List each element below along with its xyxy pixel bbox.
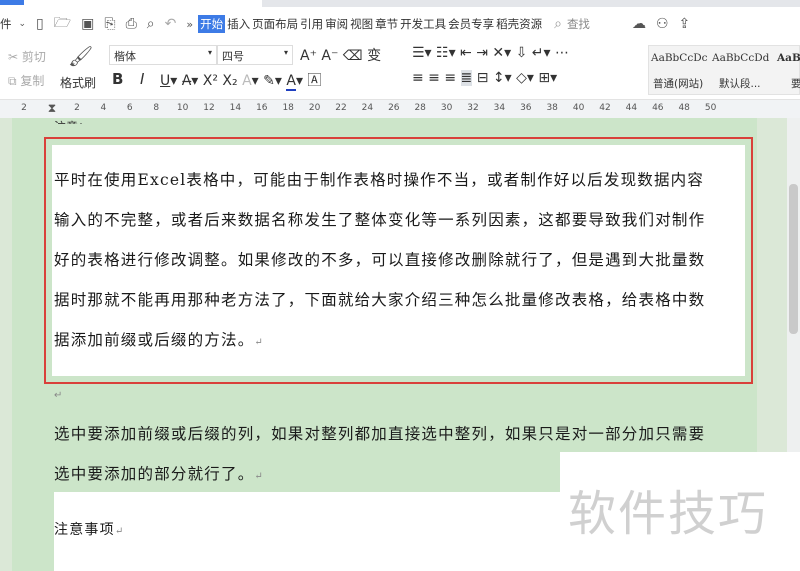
text-line: 好的表格进行修改调整。如果修改的不多，可以直接修改删除就行了，但是遇到大批量数 <box>54 251 706 269</box>
ruler-tick: 12 <box>203 103 215 113</box>
paragraph-mark: ↵ <box>114 526 125 537</box>
font-size-select[interactable]: 四号 ▾ <box>217 45 293 65</box>
tab-view[interactable]: 视图 <box>350 16 373 32</box>
ruler-tick: 48 <box>678 103 690 113</box>
tab-review[interactable]: 审阅 <box>325 16 348 32</box>
ruler-tick: 32 <box>467 103 479 113</box>
ruler-tick: 42 <box>599 103 611 113</box>
styles-gallery[interactable]: AaBbCcDc 普通(网站) AaBbCcDd 默认段... AaBb 要 <box>648 45 800 95</box>
underline-icon[interactable]: U▾ A̶▾ X² X₂ A▾ ✎▾ A▾ 🄰 <box>160 70 321 91</box>
indent-marker[interactable]: ⧗ <box>48 101 56 116</box>
add-user-icon[interactable]: ⚇ <box>656 16 669 32</box>
print-icon[interactable]: ⎙ <box>126 16 137 32</box>
ribbon: ✂ 剪切 ⧉ 复制 🖌 格式刷 楷体 ▾ 四号 ▾ A⁺ A⁻ ⌫ 变 B I U▾… <box>0 40 800 100</box>
list-icons[interactable]: ☰▾ ☷▾ ⇤ ⇥ ✕▾ ⇩ ↵▾ ⋯ <box>412 45 569 61</box>
watermark-text: 软件技巧 <box>568 486 769 542</box>
ruler-tick: 30 <box>440 103 453 113</box>
save-icon[interactable]: ▣ <box>81 16 94 32</box>
text-line: 选中要添加的部分就行了。 <box>54 465 255 483</box>
ruler-tick: 4 <box>100 103 107 113</box>
ruler-tick: 50 <box>704 103 717 113</box>
tab-strip <box>0 0 800 8</box>
font-select[interactable]: 楷体 ▾ <box>109 45 217 65</box>
style-default-preview[interactable]: AaBbCcDd <box>712 52 769 64</box>
tab-resources[interactable]: 稻壳资源 <box>496 16 542 32</box>
print-preview-icon[interactable]: ⌕ <box>147 16 155 32</box>
ruler-tick: 34 <box>493 103 506 113</box>
format-painter-button[interactable]: 格式刷 <box>60 74 96 91</box>
tab-layout[interactable]: 页面布局 <box>252 16 298 32</box>
format-painter-icon[interactable]: 🖌 <box>68 44 93 68</box>
file-menu[interactable]: 件 <box>0 16 12 32</box>
align-icons[interactable]: ≡ ≡ ≡ ≣ ⊟ ↕▾ ◇▾ ⊞▾ <box>412 70 557 86</box>
copy-button[interactable]: ⧉ 复制 <box>8 72 44 89</box>
ruler-tick: 20 <box>308 103 321 113</box>
ruler-tick: 40 <box>572 103 585 113</box>
text-line: 据时那就不能再用那种老方法了，下面就给大家介绍三种怎么批量修改表格，给表格中数 <box>54 291 706 309</box>
undo-icon[interactable]: ↶ <box>165 16 177 32</box>
bold-icon[interactable]: B <box>112 70 123 88</box>
text-line: 输入的不完整，或者后来数据名称发生了整体变化等一系列因素，这都要导致我们对制作 <box>54 211 706 229</box>
ruler-tick: 36 <box>520 103 532 113</box>
ruler-tick: 2 <box>74 103 80 113</box>
boxed-paragraph[interactable]: 平时在使用Excel表格中，可能由于制作表格时操作不当，或者制作好以后发现数据内… <box>54 160 705 363</box>
style-heading-preview[interactable]: AaBb <box>777 52 800 64</box>
style-normal-label: 普通(网站) <box>653 78 704 90</box>
share-icon[interactable]: ⇪ <box>679 16 691 32</box>
note-text: 注意事项 <box>54 522 115 538</box>
style-heading-label: 要 <box>791 78 800 90</box>
font-value: 楷体 <box>114 50 136 63</box>
tab-member[interactable]: 会员专享 <box>448 16 494 32</box>
paragraph-mark: ↵ <box>54 390 63 401</box>
open-folder-icon[interactable]: 🗁 <box>54 12 71 36</box>
paragraph-mark: ↵ <box>254 471 264 482</box>
grow-font-icon[interactable]: A⁺ A⁻ ⌫ 变 <box>300 45 381 65</box>
ruler-tick: 38 <box>546 103 558 113</box>
ruler[interactable]: 2 2 4 6 8 10 12 14 16 18 20 22 24 26 28 30 32 34 36 38 40 42 4… <box>0 100 800 118</box>
ruler-tick: 46 <box>652 103 664 113</box>
scroll-thumb[interactable] <box>789 184 798 334</box>
tab-references[interactable]: 引用 <box>300 16 323 32</box>
chevron-down-icon[interactable]: ⌄ <box>19 19 27 29</box>
cut-button[interactable]: ✂ 剪切 <box>8 48 46 65</box>
search-icon[interactable]: ⌕ <box>554 16 562 32</box>
export-icon[interactable]: ⎘ <box>104 16 115 32</box>
text-line: 平时在使用Excel表格中，可能由于制作表格时操作不当，或者制作好以后发现数据内… <box>54 171 705 189</box>
white-block <box>54 492 560 571</box>
ruler-tick: 24 <box>361 103 374 113</box>
new-doc-icon[interactable]: ▯ <box>36 16 44 32</box>
ruler-tick: 8 <box>153 103 160 113</box>
ruler-tick: 26 <box>388 103 400 113</box>
ruler-tick: 10 <box>176 103 189 113</box>
cut-label: 剪切 <box>21 50 46 64</box>
ruler-tick: 18 <box>282 103 294 113</box>
style-default-label: 默认段... <box>719 78 761 90</box>
more-icon[interactable]: » <box>186 18 193 31</box>
italic-icon[interactable]: I <box>140 70 144 88</box>
paragraph-mark: ↵ <box>254 337 264 348</box>
watermark: 软件技巧 <box>560 452 800 571</box>
text-line: 选中要添加前缀或后缀的列，如果对整列都加直接选中整列，如果只是对一部分加只需要 <box>54 425 706 443</box>
ruler-tick: 28 <box>414 103 426 113</box>
search-button[interactable]: 查找 <box>567 16 590 32</box>
ruler-tick: 44 <box>625 103 638 113</box>
clipped-line: 注意： <box>54 118 90 124</box>
text-line: 据添加前缀或后缀的方法。 <box>54 331 255 349</box>
note-heading[interactable]: 注意事项↵ <box>54 510 124 552</box>
tab-section[interactable]: 章节 <box>375 16 398 32</box>
tab-developer[interactable]: 开发工具 <box>400 16 446 32</box>
ruler-tick: 22 <box>335 103 347 113</box>
ruler-tick: 6 <box>126 103 133 113</box>
font-size-value: 四号 <box>222 50 244 63</box>
ruler-tick: 14 <box>229 103 242 113</box>
cloud-icon[interactable]: ☁ <box>632 16 646 32</box>
style-normal-preview[interactable]: AaBbCcDc <box>651 52 708 64</box>
ruler-tick: 16 <box>256 103 268 113</box>
tab-insert[interactable]: 插入 <box>227 16 250 32</box>
ruler-tick: 2 <box>21 103 27 113</box>
copy-label: 复制 <box>20 74 45 88</box>
tab-start[interactable]: 开始 <box>198 15 226 33</box>
menu-bar: 件 ⌄ ▯ 🗁 ▣ ⎘ ⎙ ⌕ ↶ » 开始 插入 页面布局 引用 审阅 视图 章… <box>0 8 800 40</box>
